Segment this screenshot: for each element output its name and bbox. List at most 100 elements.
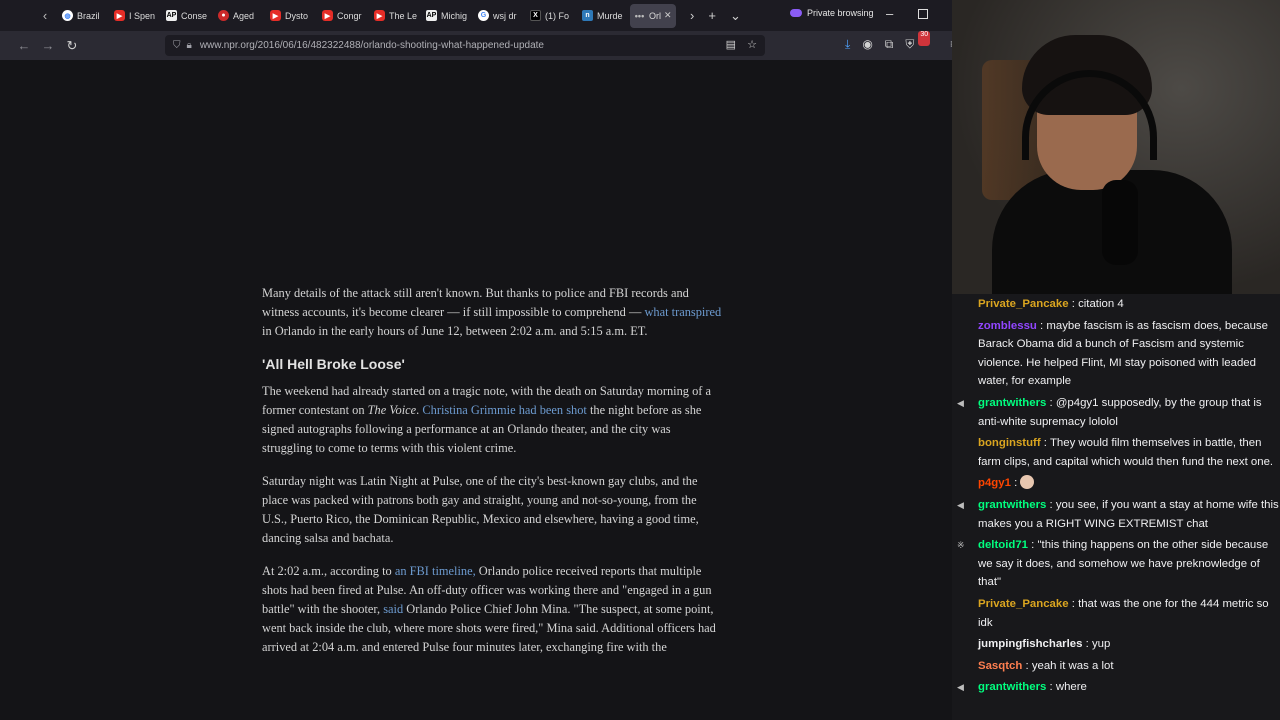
reload-icon[interactable]: ↻: [60, 38, 84, 54]
chat-message: ※ deltoid71 : "this thing happens on the …: [957, 536, 1280, 592]
close-tab-icon[interactable]: ✕: [664, 10, 672, 21]
chat-message: Private_Pancake : that was the one for t…: [978, 595, 1280, 632]
tab-label: Conse: [181, 10, 208, 21]
globe-icon: ◍: [62, 10, 73, 21]
chat-username[interactable]: Private_Pancake: [978, 598, 1069, 610]
chat-username[interactable]: zomblessu: [978, 320, 1037, 332]
tab-scroll-right-icon[interactable]: ›: [690, 8, 694, 23]
google-icon: G: [478, 10, 489, 21]
fbi-timeline-link[interactable]: an FBI timeline,: [395, 564, 476, 578]
lock-icon[interactable]: 🔒︎: [187, 40, 192, 51]
browser-tab[interactable]: ▶ Dysto: [266, 4, 318, 28]
microphone: [1102, 180, 1138, 265]
tab-label: Orl: [649, 10, 661, 21]
chat-text: where: [1055, 681, 1087, 694]
chat-message: ◀ grantwithers : you see, if you want a s…: [957, 496, 1280, 533]
browser-tab[interactable]: ▶ Congr: [318, 4, 370, 28]
said-link[interactable]: said: [383, 602, 403, 616]
chat-message: bonginstuff : They would film themselves…: [978, 434, 1280, 471]
article-paragraph: At 2:02 a.m., according to an FBI timeli…: [262, 562, 722, 657]
forward-icon[interactable]: →: [36, 38, 60, 53]
browser-tab[interactable]: ● Aged: [214, 4, 266, 28]
chat-message: ◀ grantwithers : where: [957, 678, 1280, 697]
chat-message: zomblessu : maybe fascism is as fascism …: [978, 317, 1280, 391]
what-transpired-link[interactable]: what transpired: [644, 305, 721, 319]
chat-username[interactable]: bonginstuff: [978, 437, 1041, 449]
extensions-icon[interactable]: ⧉: [885, 37, 894, 52]
browser-tab[interactable]: n Murde: [578, 4, 630, 28]
chat-separator: :: [1028, 539, 1038, 552]
chat-username[interactable]: grantwithers: [978, 681, 1046, 693]
ap-icon: AP: [426, 10, 437, 21]
maximize-icon[interactable]: [918, 9, 928, 19]
browser-tab[interactable]: AP Michig: [422, 4, 474, 28]
chat-text: citation 4: [1078, 298, 1124, 310]
article-paragraph: The weekend had already started on a tra…: [262, 382, 722, 458]
browser-tab[interactable]: ▶ I Spen: [110, 4, 162, 28]
chat-username[interactable]: jumpingfishcharles: [978, 638, 1082, 650]
chat-text: yup: [1091, 638, 1111, 651]
chat-username[interactable]: deltoid71: [978, 539, 1028, 551]
address-bar[interactable]: ⛉ 🔒︎ www.npr.org/2016/06/16/482322488/or…: [165, 35, 765, 56]
chat-username[interactable]: Sasqtch: [978, 660, 1022, 672]
shield-icon[interactable]: ⛉: [173, 40, 181, 51]
back-icon[interactable]: ←: [12, 38, 36, 53]
webcam-feed: [952, 0, 1280, 294]
chat-username[interactable]: Private_Pancake: [978, 298, 1069, 310]
new-tab-icon[interactable]: +: [708, 8, 716, 23]
bookmark-star-icon[interactable]: ☆: [747, 39, 757, 51]
npr-icon: n: [582, 10, 593, 21]
browser-tab[interactable]: X (1) Fo: [526, 4, 578, 28]
youtube-icon: ▶: [374, 10, 385, 21]
chat-badge-icon: ※: [957, 540, 965, 551]
ap-icon: AP: [166, 10, 177, 21]
youtube-icon: ▶: [114, 10, 125, 21]
browser-tab[interactable]: ◍ Brazil: [58, 4, 110, 28]
page-content: Many details of the attack still aren't …: [0, 60, 952, 720]
browser-tab[interactable]: ••• Orl ✕: [630, 3, 676, 28]
extension-badge: 30: [918, 31, 931, 46]
tab-label: Aged: [233, 10, 255, 21]
chat-separator: :: [1046, 396, 1056, 409]
extension-toolbar: ⤓ ◉ ⧉ ⛨ 30 ≡: [845, 31, 952, 52]
christina-grimmie-link[interactable]: Christina Grimmie had been shot: [422, 403, 587, 417]
dots-icon: •••: [634, 10, 645, 21]
tab-label: (1) Fo: [545, 10, 570, 21]
youtube-icon: ▶: [270, 10, 281, 21]
chat-message: jumpingfishcharles : yup: [978, 635, 1280, 654]
tab-bar: ‹ ◍ Brazil ▶ I Spen AP Conse ● Aged ▶ Dysto ▶ Congr…: [0, 0, 952, 31]
tab-label: I Spen: [129, 10, 156, 21]
minimize-icon[interactable]: –: [886, 6, 893, 21]
chat-separator: :: [1010, 477, 1021, 490]
tab-label: Michig: [441, 10, 468, 21]
browser-tab[interactable]: ▶ The Le: [370, 4, 422, 28]
chat-emote-icon: [1020, 475, 1035, 490]
ublock-icon[interactable]: ⛨: [905, 37, 914, 52]
private-browsing-label: Private browsing: [807, 8, 874, 18]
tab-label: The Le: [389, 10, 418, 21]
browser-tab[interactable]: Gwsj dr: [474, 4, 526, 28]
paragraph-text: Many details of the attack still aren't …: [262, 286, 689, 319]
browser-tab[interactable]: AP Conse: [162, 4, 214, 28]
chat-separator: :: [1036, 319, 1047, 332]
tab-list: ◍ Brazil ▶ I Spen AP Conse ● Aged ▶ Dysto ▶ Congr ▶ T…: [58, 3, 676, 28]
chat-separator: :: [1082, 638, 1092, 651]
article-paragraph: Saturday night was Latin Night at Pulse,…: [262, 474, 699, 545]
chat-separator: :: [1068, 298, 1079, 310]
chat-separator: :: [1046, 681, 1056, 694]
chat-username[interactable]: p4gy1: [978, 477, 1011, 489]
article-paragraph: Many details of the attack still aren't …: [262, 284, 722, 341]
tab-list-chevron-icon[interactable]: ⌄: [730, 8, 741, 24]
account-icon[interactable]: ◉: [862, 37, 872, 52]
chat-separator: :: [1046, 498, 1056, 511]
private-browsing-indicator: Private browsing: [790, 8, 874, 18]
section-heading: 'All Hell Broke Loose': [262, 356, 405, 373]
x-icon: X: [530, 10, 541, 21]
tab-label: Brazil: [77, 10, 100, 21]
chat-username[interactable]: grantwithers: [978, 499, 1046, 511]
chat-username[interactable]: grantwithers: [978, 397, 1046, 409]
tab-scroll-left-icon[interactable]: ‹: [38, 8, 52, 23]
reader-view-icon[interactable]: ▤: [726, 39, 736, 51]
url-text[interactable]: www.npr.org/2016/06/16/482322488/orlando…: [200, 40, 544, 51]
download-icon[interactable]: ⤓: [845, 37, 850, 52]
